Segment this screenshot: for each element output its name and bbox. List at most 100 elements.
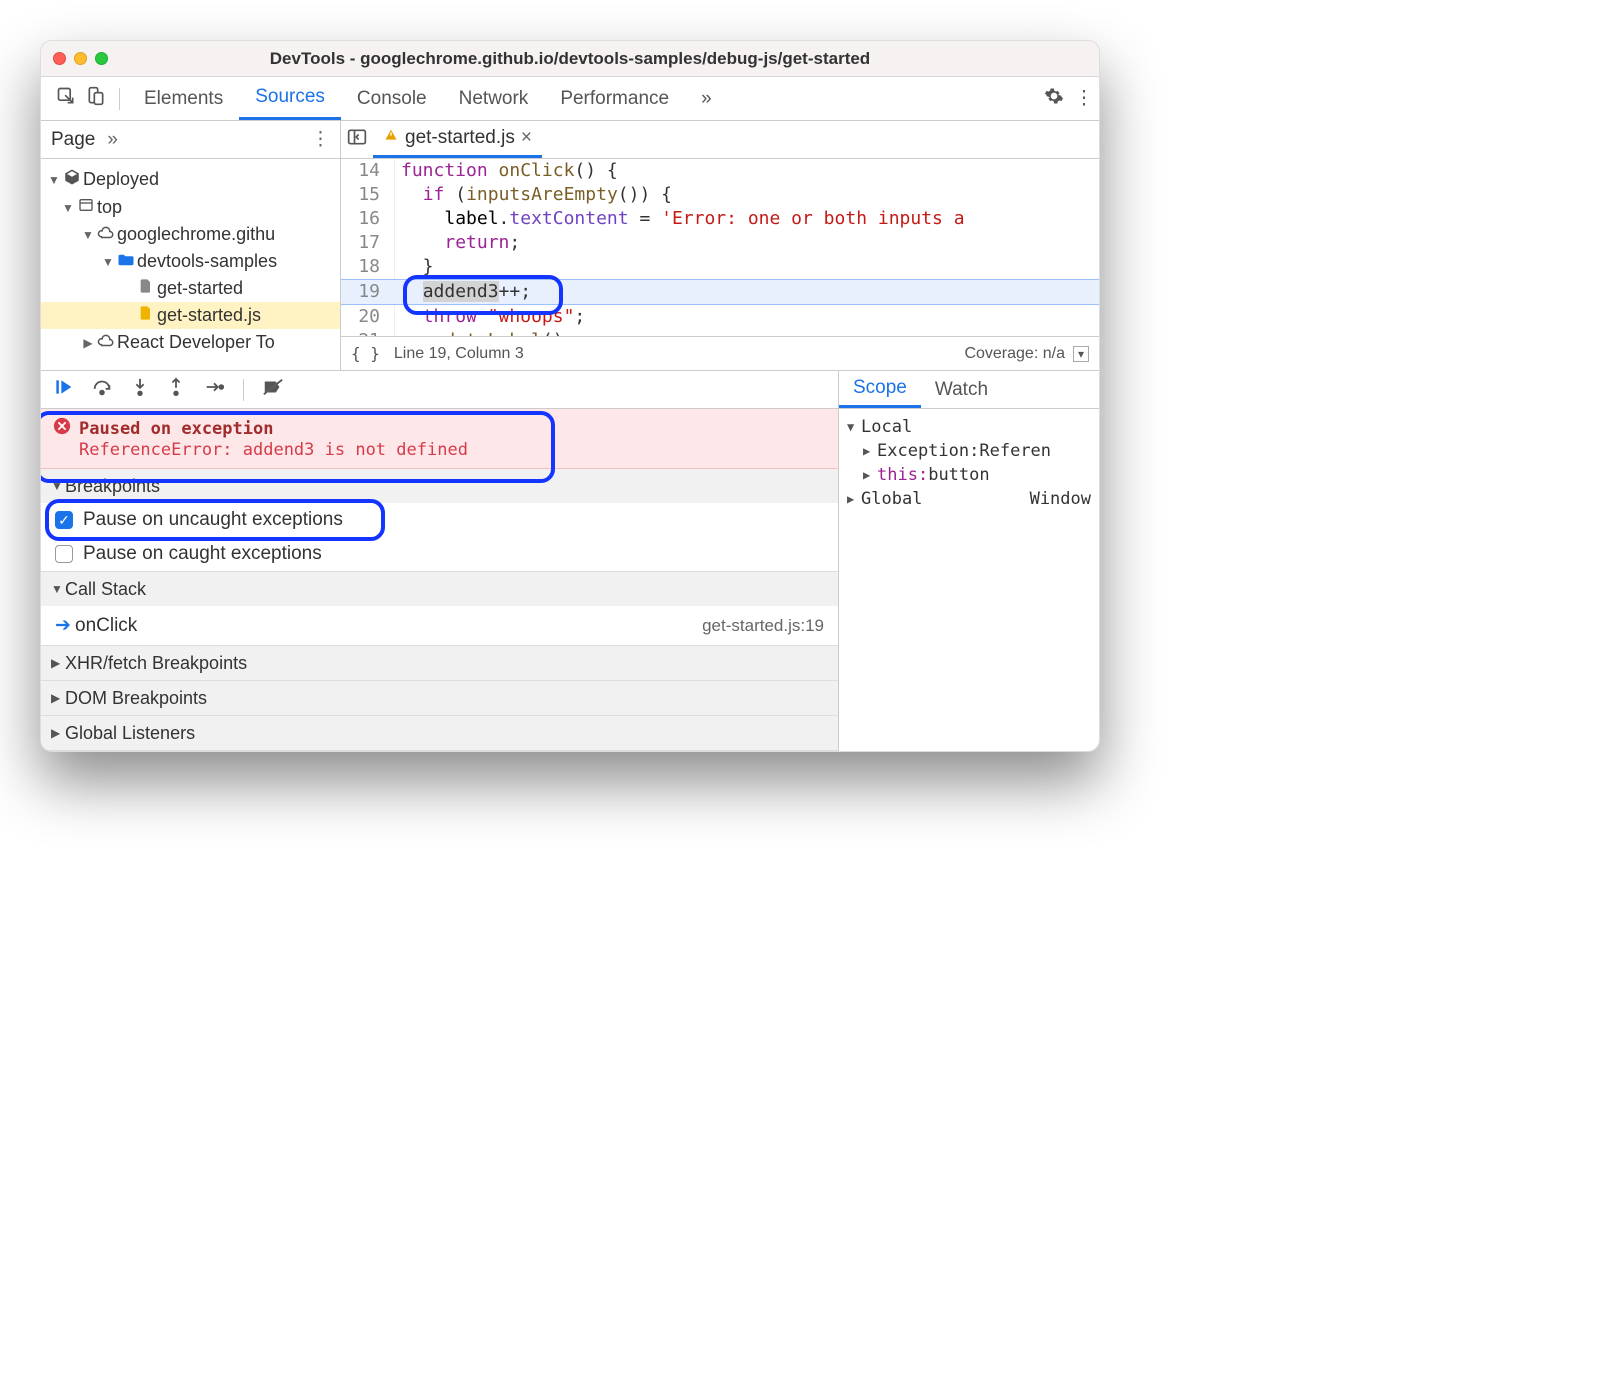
file-tree: ▼ Deployed ▼ top ▼ bbox=[41, 159, 340, 362]
debugger-toolbar bbox=[41, 371, 838, 409]
dom-breakpoints-header[interactable]: ▶ DOM Breakpoints bbox=[41, 681, 838, 715]
tree-label: get-started.js bbox=[157, 305, 261, 326]
toggle-navigator-icon[interactable] bbox=[347, 128, 373, 152]
divider bbox=[119, 88, 120, 110]
global-listeners-header[interactable]: ▶ Global Listeners bbox=[41, 716, 838, 750]
callstack-header[interactable]: ▼ Call Stack bbox=[41, 572, 838, 606]
cube-icon bbox=[61, 168, 83, 191]
scope-key: this: bbox=[877, 465, 928, 485]
scope-value: Referen bbox=[979, 441, 1051, 461]
more-icon[interactable]: ⋮ bbox=[1069, 87, 1099, 110]
tab-scope[interactable]: Scope bbox=[839, 371, 921, 408]
line-content: label.textContent = 'Error: one or both … bbox=[395, 207, 965, 231]
js-file-icon bbox=[135, 305, 157, 326]
device-toolbar-icon[interactable] bbox=[81, 86, 111, 112]
line-number[interactable]: 17 bbox=[341, 231, 395, 255]
navigator-header: Page » ⋮ bbox=[41, 121, 340, 159]
tree-react-devtools[interactable]: ▶ React Developer To bbox=[41, 329, 340, 356]
section-label: Breakpoints bbox=[65, 476, 160, 497]
file-icon bbox=[135, 278, 157, 299]
editor-tab-getstarted[interactable]: get-started.js × bbox=[373, 121, 542, 158]
debugger-panes: Paused on exception ReferenceError: adde… bbox=[41, 371, 1099, 751]
breakpoints-header[interactable]: ▼ Breakpoints bbox=[41, 469, 838, 503]
checkbox-label: Pause on caught exceptions bbox=[83, 543, 322, 565]
pause-uncaught-row[interactable]: ✓ Pause on uncaught exceptions bbox=[41, 503, 838, 537]
line-number[interactable]: 19 bbox=[341, 280, 395, 304]
scope-local[interactable]: ▼Local bbox=[847, 415, 1091, 439]
page-tab[interactable]: Page bbox=[51, 129, 95, 151]
cloud-icon bbox=[95, 332, 117, 353]
line-number[interactable]: 21 bbox=[341, 329, 395, 336]
settings-icon[interactable] bbox=[1039, 86, 1069, 112]
code-line[interactable]: 18 } bbox=[341, 255, 1099, 279]
scope-value: Window bbox=[1030, 489, 1091, 509]
tree-file-js[interactable]: get-started.js bbox=[41, 302, 340, 329]
frame-location: get-started.js:19 bbox=[702, 616, 824, 636]
line-content: function onClick() { bbox=[395, 159, 618, 183]
tree-origin[interactable]: ▼ googlechrome.githu bbox=[41, 221, 340, 248]
close-tab-icon[interactable]: × bbox=[521, 127, 532, 149]
editor-statusbar: { } Line 19, Column 3 Coverage: n/a ▾ bbox=[341, 336, 1099, 370]
scope-pane: Scope Watch ▼Local ▶ Exception: Referen … bbox=[839, 371, 1099, 751]
tab-watch[interactable]: Watch bbox=[921, 371, 1002, 408]
tree-top[interactable]: ▼ top bbox=[41, 194, 340, 221]
step-icon[interactable] bbox=[203, 377, 225, 403]
code-line[interactable]: 20 throw "whoops"; bbox=[341, 305, 1099, 329]
navigator-more-icon[interactable]: ⋮ bbox=[311, 128, 330, 151]
code-line[interactable]: 16 label.textContent = 'Error: one or bo… bbox=[341, 207, 1099, 231]
tree-label: devtools-samples bbox=[137, 251, 277, 272]
tree-deployed[interactable]: ▼ Deployed bbox=[41, 165, 340, 194]
tree-label: Deployed bbox=[83, 169, 159, 190]
step-into-icon[interactable] bbox=[131, 377, 149, 403]
tab-sources[interactable]: Sources bbox=[239, 77, 341, 120]
editor-tabstrip: get-started.js × bbox=[341, 121, 1099, 159]
scope-this[interactable]: ▶ this: button bbox=[847, 463, 1091, 487]
scope-value: button bbox=[928, 465, 989, 485]
deactivate-breakpoints-icon[interactable] bbox=[262, 377, 284, 403]
line-number[interactable]: 20 bbox=[341, 305, 395, 329]
code-line[interactable]: 19 addend3++; bbox=[341, 279, 1099, 305]
error-badge-icon bbox=[53, 417, 71, 440]
pause-caught-row[interactable]: Pause on caught exceptions bbox=[41, 537, 838, 571]
step-over-icon[interactable] bbox=[91, 377, 113, 403]
code-line[interactable]: 21 updateLabel(); bbox=[341, 329, 1099, 336]
code-line[interactable]: 15 if (inputsAreEmpty()) { bbox=[341, 183, 1099, 207]
tabs-overflow[interactable]: » bbox=[685, 77, 728, 120]
code-area[interactable]: 14function onClick() {15 if (inputsAreEm… bbox=[341, 159, 1099, 336]
inspect-element-icon[interactable] bbox=[51, 86, 81, 112]
tab-network[interactable]: Network bbox=[443, 77, 545, 120]
checkbox-unchecked-icon[interactable] bbox=[55, 545, 73, 563]
section-label: Global Listeners bbox=[65, 723, 195, 744]
tab-console[interactable]: Console bbox=[341, 77, 443, 120]
tab-elements[interactable]: Elements bbox=[128, 77, 239, 120]
checkbox-label: Pause on uncaught exceptions bbox=[83, 509, 343, 531]
line-number[interactable]: 15 bbox=[341, 183, 395, 207]
tree-file-html[interactable]: get-started bbox=[41, 275, 340, 302]
tree-folder[interactable]: ▼ devtools-samples bbox=[41, 248, 340, 275]
line-number[interactable]: 16 bbox=[341, 207, 395, 231]
pause-title: Paused on exception bbox=[79, 419, 273, 439]
titlebar: DevTools - googlechrome.github.io/devtoo… bbox=[41, 41, 1099, 77]
scope-label: Local bbox=[861, 417, 912, 437]
checkbox-checked-icon[interactable]: ✓ bbox=[55, 511, 73, 529]
line-number[interactable]: 18 bbox=[341, 255, 395, 279]
xhr-breakpoints-header[interactable]: ▶ XHR/fetch Breakpoints bbox=[41, 646, 838, 680]
scope-exception[interactable]: ▶ Exception: Referen bbox=[847, 439, 1091, 463]
step-out-icon[interactable] bbox=[167, 377, 185, 403]
section-label: DOM Breakpoints bbox=[65, 688, 207, 709]
tab-performance[interactable]: Performance bbox=[544, 77, 685, 120]
pretty-print-icon[interactable]: { } bbox=[351, 344, 380, 363]
navigator-overflow[interactable]: » bbox=[107, 129, 118, 151]
line-number[interactable]: 14 bbox=[341, 159, 395, 183]
coverage-dropdown-icon[interactable]: ▾ bbox=[1073, 346, 1089, 362]
divider bbox=[243, 379, 244, 401]
tree-label: top bbox=[97, 197, 122, 218]
code-line[interactable]: 14function onClick() { bbox=[341, 159, 1099, 183]
current-frame-icon: ➔ bbox=[55, 614, 75, 637]
line-content: if (inputsAreEmpty()) { bbox=[395, 183, 672, 207]
scope-global[interactable]: ▶ Global Window bbox=[847, 487, 1091, 511]
resume-icon[interactable] bbox=[53, 377, 73, 403]
line-content: } bbox=[395, 255, 434, 279]
code-line[interactable]: 17 return; bbox=[341, 231, 1099, 255]
callstack-frame[interactable]: ➔ onClick get-started.js:19 bbox=[41, 606, 838, 645]
